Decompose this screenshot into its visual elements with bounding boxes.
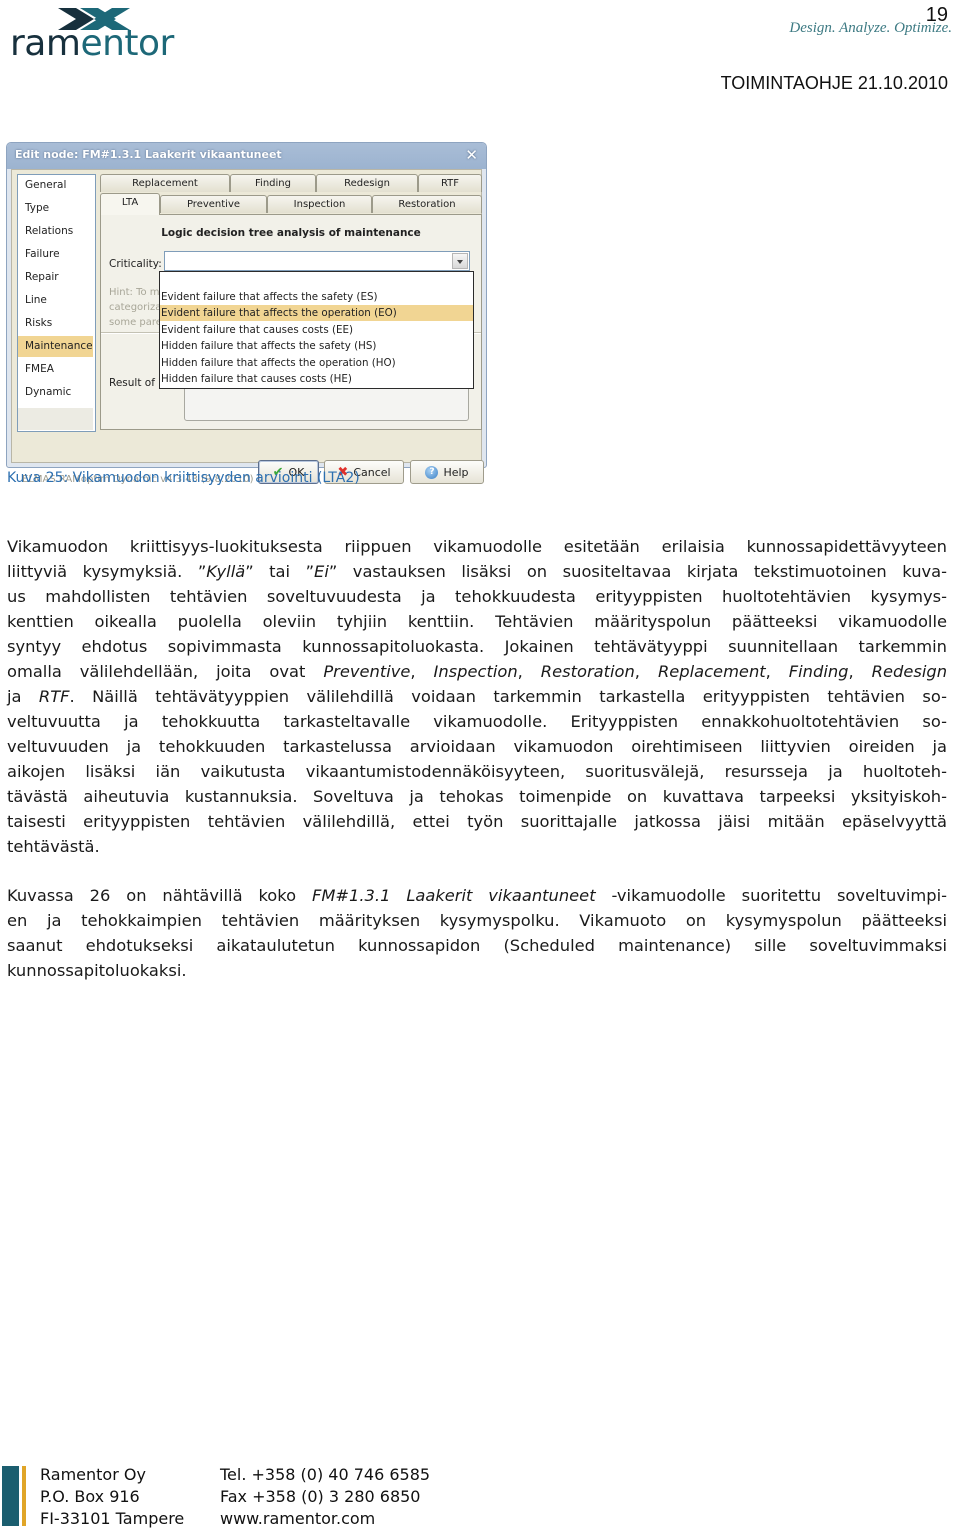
dropdown-option-highlighted[interactable]: Evident failure that affects the operati… (160, 305, 473, 321)
text-line: aikojen lisäksi iän vaikutusta vikaantum… (7, 762, 947, 781)
italic-term: Restoration (540, 662, 635, 681)
italic-term: Inspection (433, 662, 518, 681)
footer-accent-stripe (22, 1466, 26, 1526)
logo-text: ramentor (10, 24, 174, 64)
fax: Fax +358 (0) 3 280 6850 (220, 1487, 421, 1506)
text-line: Vikamuodon kriittisyys-luokituksesta rii… (7, 537, 947, 556)
edit-node-dialog: Edit node: FM#1.3.1 Laakerit vikaantunee… (6, 142, 487, 485)
tab-preventive[interactable]: Preventive (160, 195, 267, 213)
dropdown-option[interactable]: Hidden failure that affects the safety (… (160, 338, 473, 354)
tab-replacement[interactable]: Replacement (100, 174, 230, 192)
text-line: us mahdollisten tehtävien soveltuvuudest… (7, 587, 947, 606)
text-line: tehtävästä. (7, 837, 100, 856)
nav-item-type[interactable]: Type (18, 198, 93, 219)
help-label: Help (443, 465, 469, 479)
text-line: taisesti erityyppisten tehtävien välileh… (7, 812, 947, 831)
italic-term: FM#1.3.1 Laakerit vikaantuneet (311, 886, 596, 905)
text-line: omalla välilehdellään, joita ovat Preven… (7, 662, 948, 681)
document-id: TOIMINTAOHJE 21.10.2010 (720, 73, 948, 93)
phone: Tel. +358 (0) 40 746 6585 (220, 1465, 431, 1484)
nav-empty-area (18, 408, 93, 430)
italic-term: Replacement (657, 662, 766, 681)
text-line: saanut ehdotukseksi aikataulutetun kunno… (7, 936, 947, 955)
dialog-titlebar[interactable]: Edit node: FM#1.3.1 Laakerit vikaantunee… (7, 143, 486, 169)
italic-term: Redesign (871, 662, 948, 681)
footer-address: Ramentor Oy P.O. Box 916 FI-33101 Tamper… (40, 1464, 184, 1530)
tab-restoration[interactable]: Restoration (372, 195, 482, 213)
text-line: ja RTF. Näillä tehtävätyyppien välilehdi… (7, 687, 947, 706)
tagline: Design. Analyze. Optimize. (789, 20, 952, 36)
italic-term: Ei (314, 562, 329, 581)
panel-title: Logic decision tree analysis of maintena… (161, 227, 421, 239)
help-icon: ? (425, 465, 439, 479)
body-paragraph-2: Kuvassa 26 on nähtävillä koko FM#1.3.1 L… (7, 883, 947, 983)
nav-item-general[interactable]: General (18, 175, 93, 196)
text-line: tävästä aiheutuvia kustannuksia. Soveltu… (7, 787, 947, 806)
text-line: Kuvassa 26 on nähtävillä koko FM#1.3.1 L… (7, 886, 948, 905)
nav-item-line[interactable]: Line (18, 290, 93, 311)
dropdown-option[interactable]: Evident failure that causes costs (EE) (160, 322, 473, 338)
text-line: veltuvuutta ja tehokkuutta tarkasteltava… (7, 712, 947, 731)
tab-inspection[interactable]: Inspection (267, 195, 372, 213)
text-line: kenttien oikealla puolella oleviin tyhji… (7, 612, 947, 631)
tab-rtf[interactable]: RTF (418, 174, 482, 192)
dropdown-option[interactable]: Evident failure that affects the safety … (160, 289, 473, 305)
body-paragraph-1: Vikamuodon kriittisyys-luokituksesta rii… (7, 534, 947, 859)
node-nav-list: General Type Relations Failure Repair Li… (17, 174, 96, 432)
dialog-title: Edit node: FM#1.3.1 Laakerit vikaantunee… (15, 148, 282, 161)
text-line: en ja tehokkaimpien tehtävien määritykse… (7, 911, 947, 930)
figure-caption: Kuva 25: Vikamuodon kriittisyyden arvioi… (7, 470, 360, 486)
nav-item-risks[interactable]: Risks (18, 313, 93, 334)
dropdown-option[interactable] (160, 274, 473, 290)
tab-finding[interactable]: Finding (230, 174, 316, 192)
italic-term: RTF (38, 687, 70, 706)
criticality-dropdown-list[interactable]: Evident failure that affects the safety … (159, 271, 474, 389)
nav-item-repair[interactable]: Repair (18, 267, 93, 288)
chevron-down-icon[interactable] (452, 253, 468, 269)
italic-term: Finding (788, 662, 849, 681)
text-line: syntyy ehdotus sopivimmasta kunnossapito… (7, 637, 947, 656)
italic-term: Kyllä (206, 562, 246, 581)
logo-text-ram: ram (10, 23, 81, 64)
website-link[interactable]: www.ramentor.com (220, 1508, 430, 1530)
help-button[interactable]: ? Help (410, 460, 484, 484)
logo-text-entor: entor (80, 23, 174, 64)
criticality-select[interactable] (164, 251, 470, 271)
nav-item-dynamic[interactable]: Dynamic (18, 382, 93, 403)
postal-city: FI-33101 Tampere (40, 1509, 185, 1528)
company-name: Ramentor Oy (40, 1465, 146, 1484)
italic-term: Preventive (323, 662, 411, 681)
text-line: veltuvuuden ja tehokkuuden tarkastelussa… (7, 737, 947, 756)
footer-contact: Tel. +358 (0) 40 746 6585 Fax +358 (0) 3… (220, 1464, 430, 1530)
footer-accent-bar (2, 1466, 19, 1526)
text-line: liittyviä kysymyksiä. ”Kyllä” tai ”Ei” v… (7, 562, 948, 581)
tab-redesign[interactable]: Redesign (316, 174, 418, 192)
po-box: P.O. Box 916 (40, 1487, 140, 1506)
nav-item-fmea[interactable]: FMEA (18, 359, 93, 380)
ramentor-logo: ramentor (8, 6, 178, 64)
nav-item-maintenance[interactable]: Maintenance (18, 336, 93, 357)
nav-item-failure[interactable]: Failure (18, 244, 93, 265)
nav-item-relations[interactable]: Relations (18, 221, 93, 242)
dropdown-option[interactable]: Hidden failure that affects the operatio… (160, 355, 473, 371)
text-line: kunnossapitoluokaksi. (7, 961, 187, 980)
criticality-label: Criticality: (109, 258, 162, 270)
dropdown-option[interactable]: Hidden failure that causes costs (HE) (160, 371, 473, 387)
close-icon[interactable]: ✕ (465, 146, 478, 164)
tab-lta[interactable]: LTA (100, 193, 160, 215)
